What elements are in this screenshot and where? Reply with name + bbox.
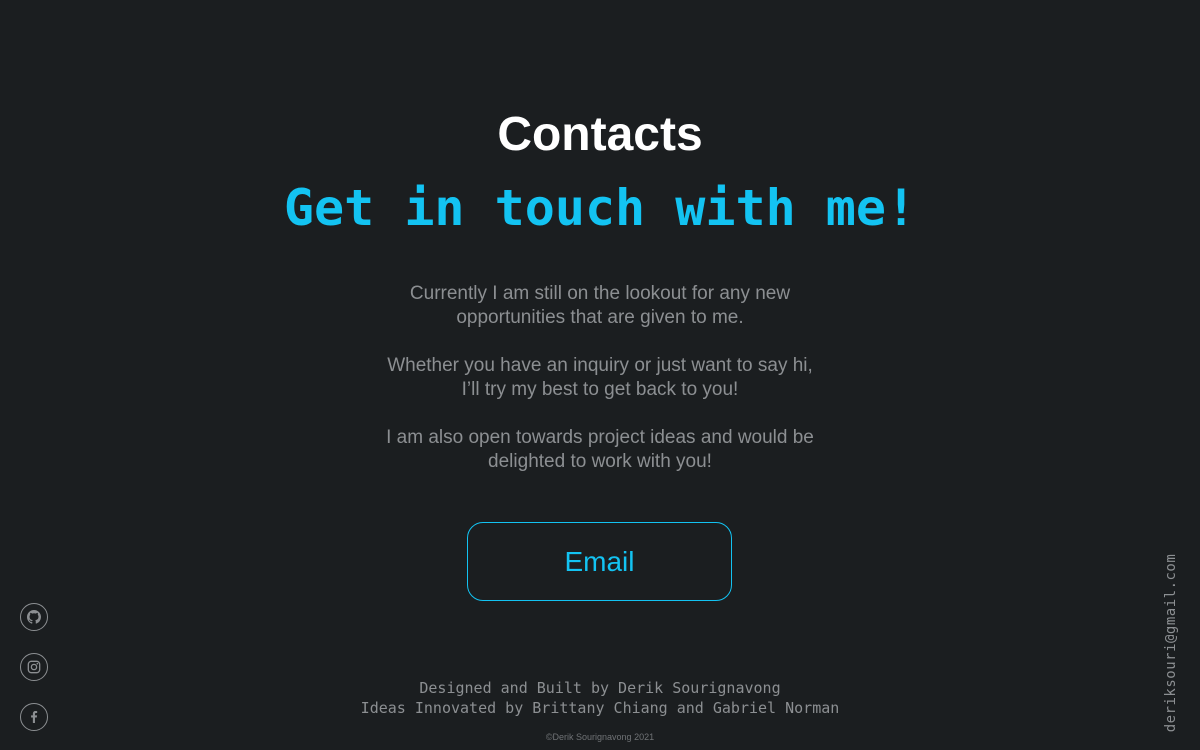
github-link[interactable] [20,603,48,631]
instagram-link[interactable] [20,653,48,681]
intro-paragraph-1: Currently I am still on the lookout for … [409,283,791,328]
footer-copyright: ©Derik Sourignavong 2021 [545,732,655,742]
email-button[interactable]: Email [467,522,732,601]
intro-paragraph-2: Whether you have an inquiry or just want… [387,355,813,400]
footer-credit-ideas: Ideas Innovated by Brittany Chiang and G… [360,699,840,717]
page-title: Contacts [497,108,703,161]
footer-credit-designed: Designed and Built by Derik Sourignavong [419,679,781,697]
page-subtitle: Get in touch with me! [283,179,917,237]
instagram-icon [27,660,41,674]
github-icon [27,610,41,624]
email-button-label: Email [564,545,635,577]
intro-paragraph-3: I am also open towards project ideas and… [386,427,814,472]
